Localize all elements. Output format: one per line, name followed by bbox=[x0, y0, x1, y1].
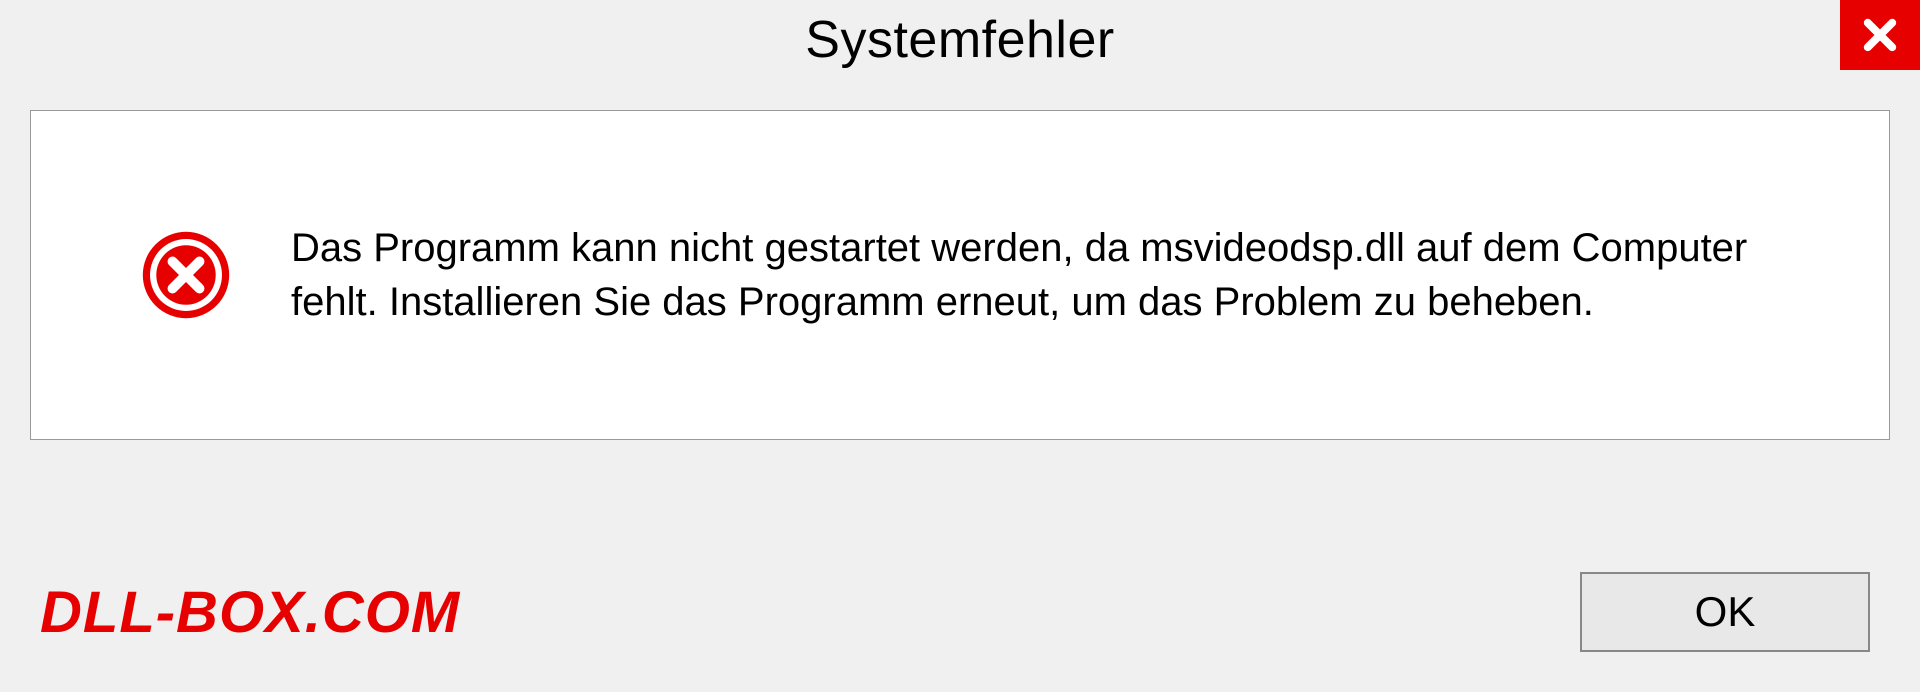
dialog-header: Systemfehler bbox=[0, 0, 1920, 80]
error-message: Das Programm kann nicht gestartet werden… bbox=[291, 221, 1829, 329]
close-icon bbox=[1859, 14, 1901, 56]
dialog-footer: DLL-BOX.COM OK bbox=[0, 542, 1920, 692]
dialog-title: Systemfehler bbox=[805, 10, 1114, 70]
watermark-text: DLL-BOX.COM bbox=[40, 579, 460, 646]
error-icon bbox=[141, 230, 231, 320]
ok-button[interactable]: OK bbox=[1580, 572, 1870, 652]
close-button[interactable] bbox=[1840, 0, 1920, 70]
content-panel: Das Programm kann nicht gestartet werden… bbox=[30, 110, 1890, 440]
